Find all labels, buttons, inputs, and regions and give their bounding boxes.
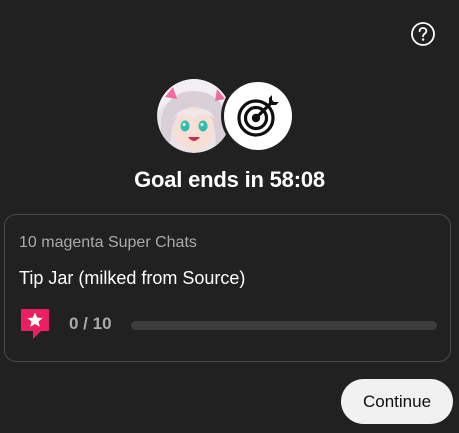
help-icon[interactable]: [410, 21, 436, 47]
super-chat-goal-dialog: Goal ends in 58:08 10 magenta Super Chat…: [0, 0, 459, 433]
goal-badge: [221, 79, 295, 153]
target-arrow-icon: [237, 95, 279, 137]
goal-subtitle: 10 magenta Super Chats: [19, 234, 197, 251]
goal-card: 10 magenta Super Chats Tip Jar (milked f…: [4, 214, 451, 362]
goal-title: Tip Jar (milked from Source): [19, 268, 246, 288]
goal-progress-count: 0 / 10: [69, 314, 112, 333]
goal-progress-row: 0 / 10: [19, 306, 439, 340]
goal-header-icons: [157, 79, 297, 153]
goal-timer: Goal ends in 58:08: [134, 167, 325, 192]
goal-badge-background: [224, 82, 292, 150]
goal-progress-bar: [131, 321, 437, 330]
super-chat-star-icon: [19, 306, 57, 340]
channel-avatar: [157, 79, 231, 153]
continue-button[interactable]: Continue: [341, 379, 453, 424]
